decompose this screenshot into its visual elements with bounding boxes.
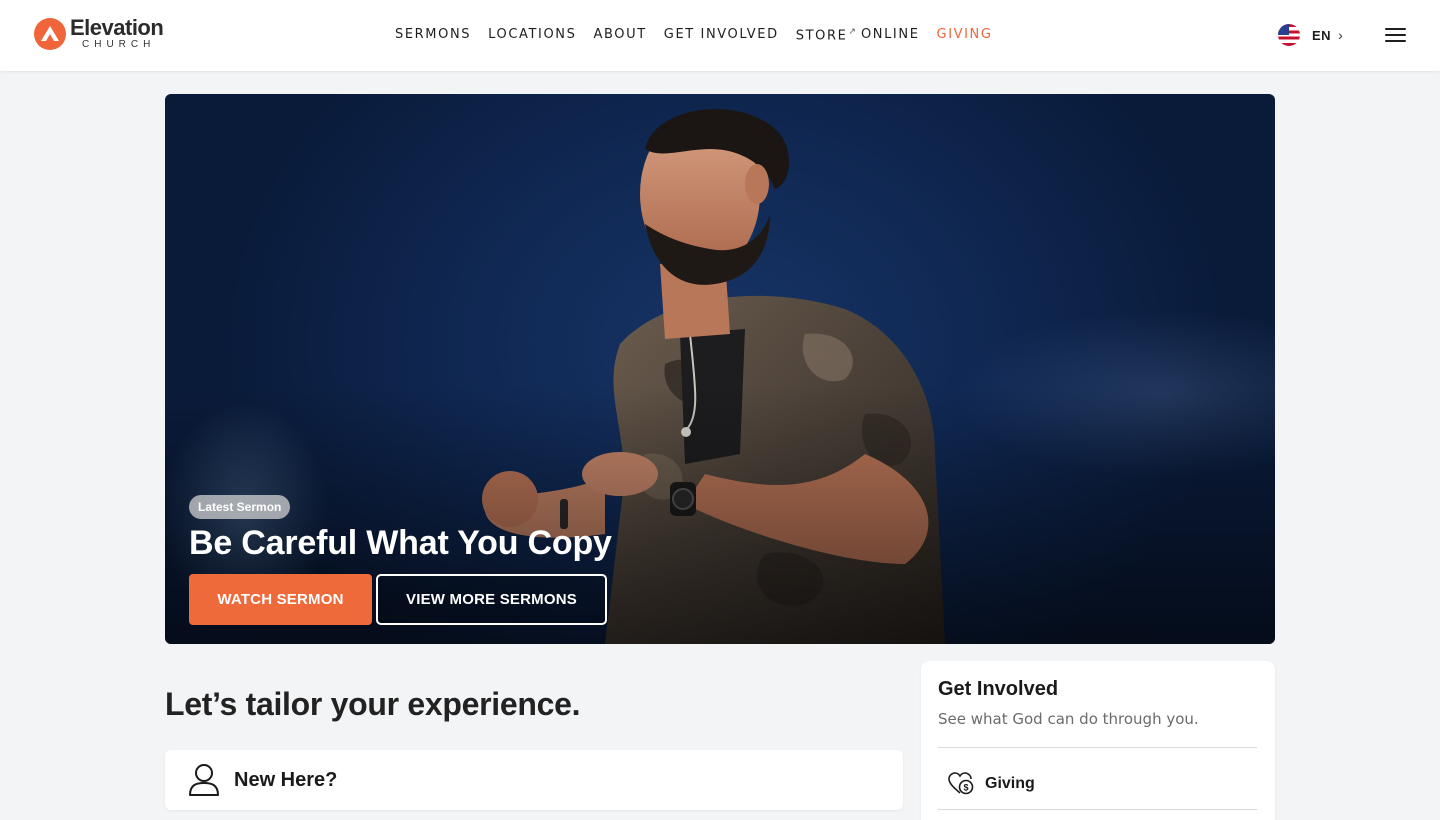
sermon-title: Be Careful What You Copy: [189, 524, 612, 562]
heart-dollar-icon: $: [948, 772, 974, 795]
nav-item-get-involved[interactable]: GET INVOLVED: [664, 27, 779, 43]
get-involved-subtitle: See what God can do through you.: [938, 710, 1199, 728]
giving-label: Giving: [985, 775, 1035, 792]
elevation-logo[interactable]: Elevation CHURCH: [34, 15, 164, 50]
nav-item-locations[interactable]: LOCATIONS: [488, 27, 576, 43]
site-header: Elevation CHURCH SERMONS LOCATIONS ABOUT…: [0, 0, 1440, 71]
tailor-heading: Let’s tailor your experience.: [165, 686, 581, 722]
new-here-label: New Here?: [234, 768, 338, 791]
nav-item-store-label: STORE: [795, 28, 848, 44]
nav-item-online[interactable]: ONLINE: [861, 27, 920, 43]
person-icon: [189, 764, 219, 796]
get-involved-card: Get Involved See what God can do through…: [921, 661, 1275, 820]
get-involved-title: Get Involved: [938, 678, 1059, 700]
logo-subtitle: CHURCH: [82, 39, 156, 50]
watch-sermon-button[interactable]: WATCH SERMON: [189, 574, 372, 625]
get-involved-item-giving[interactable]: $ Giving: [938, 759, 1257, 809]
svg-text:$: $: [963, 783, 968, 793]
language-code: EN: [1312, 27, 1332, 43]
nav-item-store[interactable]: STORE↗: [796, 27, 856, 43]
menu-icon[interactable]: [1385, 28, 1406, 44]
external-link-icon: ↗: [848, 27, 856, 37]
nav-item-giving[interactable]: GIVING: [937, 27, 993, 43]
us-flag-icon: [1278, 24, 1300, 46]
view-more-sermons-button[interactable]: VIEW MORE SERMONS: [376, 574, 607, 625]
chevron-right-icon: ›: [1338, 27, 1343, 43]
logo-wordmark: Elevation: [70, 15, 164, 40]
divider: [938, 809, 1257, 810]
main-nav: SERMONS LOCATIONS ABOUT GET INVOLVED STO…: [395, 27, 1010, 43]
logo-text: Elevation CHURCH: [70, 15, 164, 50]
hero-banner: Latest Sermon Be Careful What You Copy W…: [165, 94, 1275, 644]
latest-sermon-badge: Latest Sermon: [189, 495, 291, 519]
nav-item-sermons[interactable]: SERMONS: [395, 27, 471, 43]
language-selector[interactable]: EN ›: [1278, 24, 1343, 46]
logo-mark-icon: [34, 17, 66, 50]
divider: [938, 747, 1257, 748]
new-here-card[interactable]: New Here?: [165, 750, 903, 810]
nav-item-about[interactable]: ABOUT: [593, 27, 646, 43]
